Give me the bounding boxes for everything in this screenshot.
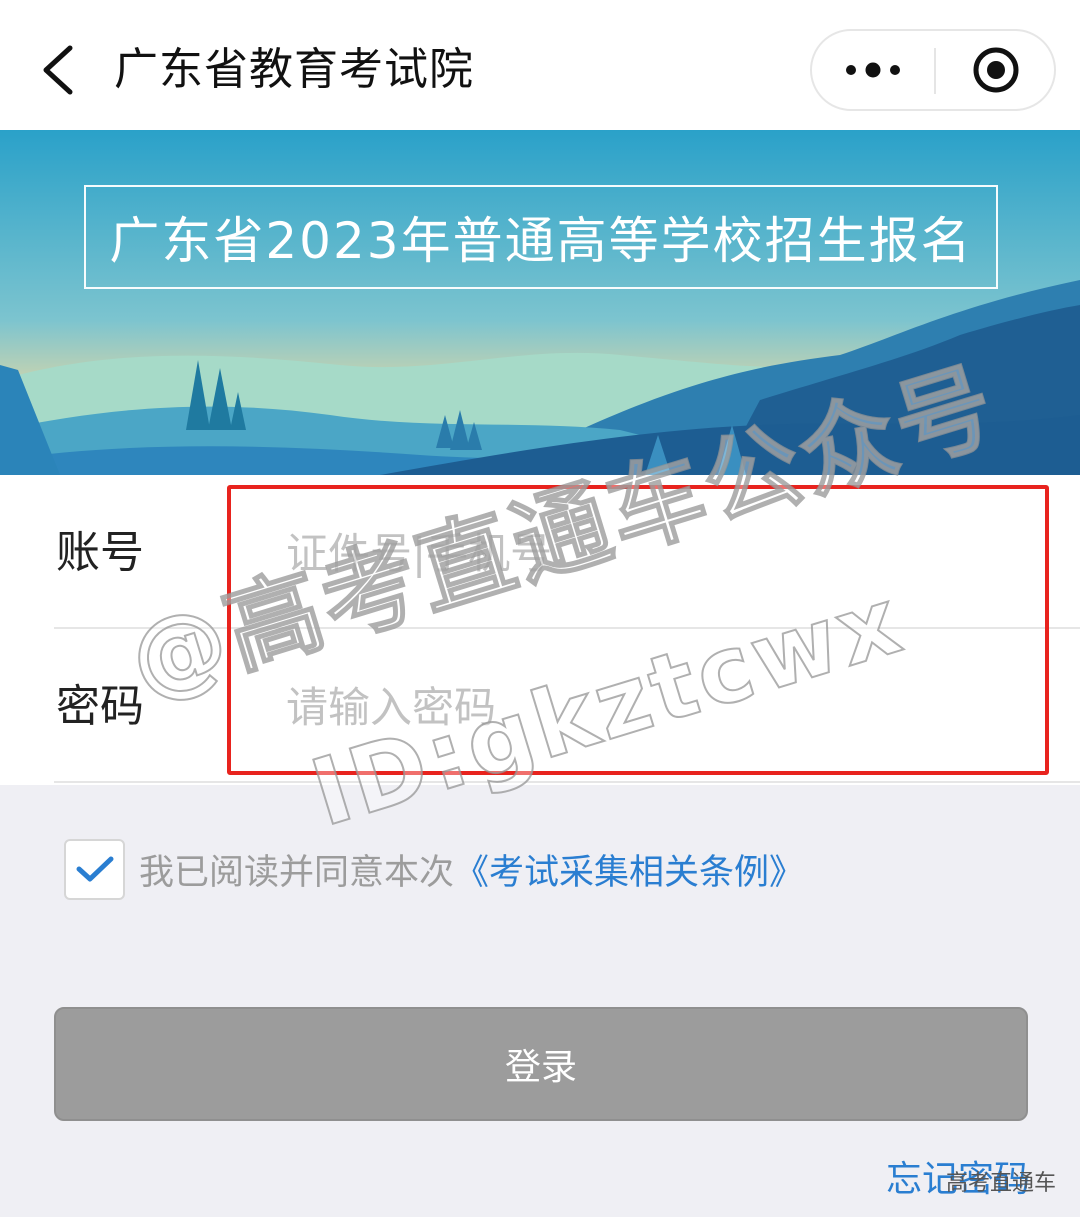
- password-row: 密码: [0, 629, 1080, 783]
- back-button[interactable]: [28, 36, 88, 104]
- more-button[interactable]: [812, 31, 934, 109]
- forgot-password-link[interactable]: 忘记密码: [886, 1150, 1030, 1202]
- password-label: 密码: [56, 681, 144, 732]
- account-label: 账号: [56, 527, 144, 578]
- target-circle-icon: [973, 47, 1019, 93]
- mini-program-capsule: [810, 29, 1056, 111]
- agreement-link[interactable]: 《考试采集相关条例》: [454, 844, 804, 895]
- account-row: 账号: [0, 475, 1080, 629]
- agreement-checkbox[interactable]: [64, 838, 125, 900]
- landscape-illustration: [0, 130, 1080, 475]
- close-button[interactable]: [936, 31, 1056, 109]
- login-form: 账号 密码: [0, 475, 1080, 785]
- banner-title-frame: 广东省2023年普通高等学校招生报名: [84, 185, 998, 289]
- banner: 广东省2023年普通高等学校招生报名: [0, 130, 1080, 475]
- checkmark-icon: [76, 856, 113, 882]
- chevron-left-icon: [43, 45, 73, 95]
- row-divider: [54, 781, 1080, 783]
- agreement-text: 我已阅读并同意本次: [139, 852, 455, 893]
- login-button[interactable]: 登录: [54, 1007, 1028, 1121]
- banner-title: 广东省2023年普通高等学校招生报名: [109, 212, 973, 270]
- page-title: 广东省教育考试院: [114, 44, 474, 95]
- password-input[interactable]: [280, 669, 1040, 745]
- more-dots-icon: [846, 62, 900, 78]
- agreement-row: 我已阅读并同意本次 《考试采集相关条例》: [64, 838, 804, 900]
- top-navigation-bar: 广东省教育考试院: [0, 0, 1080, 130]
- account-input[interactable]: [280, 515, 1040, 591]
